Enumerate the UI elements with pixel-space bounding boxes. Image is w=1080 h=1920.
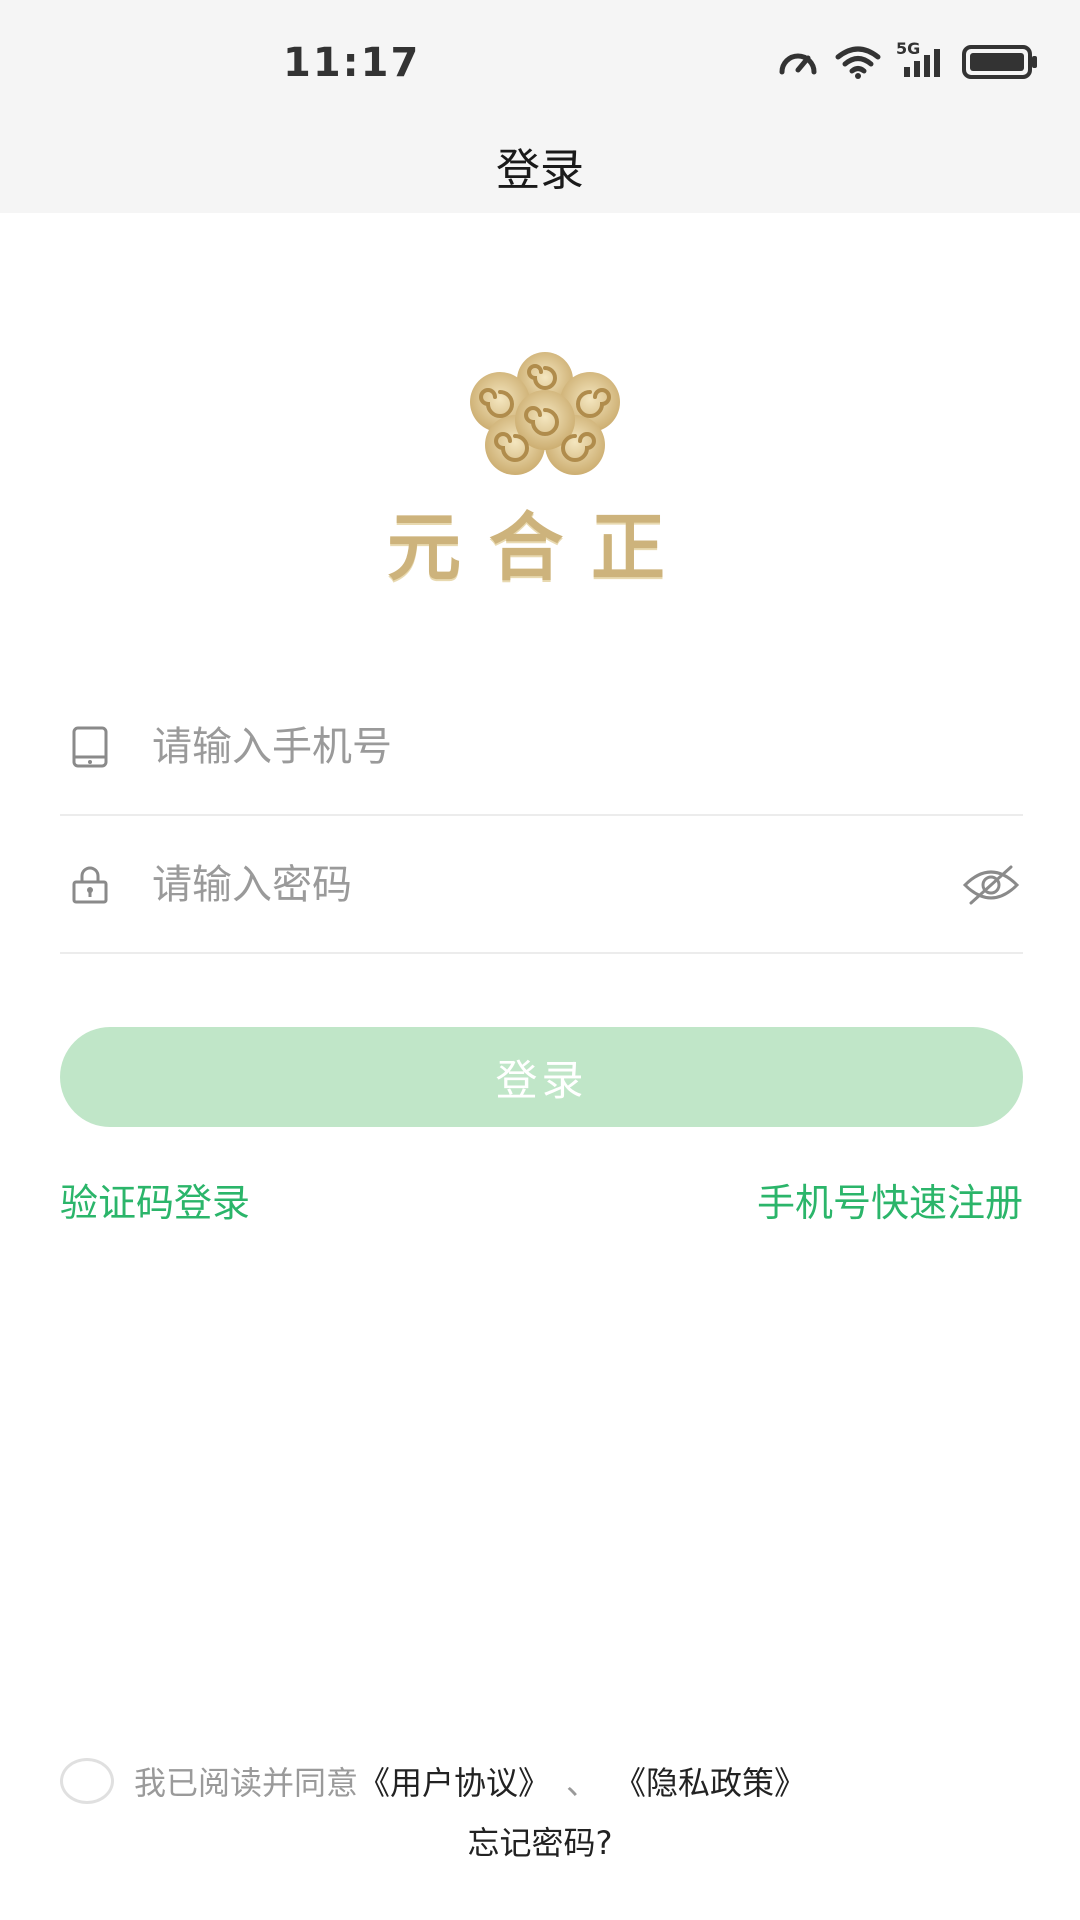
agreement-row: 我已阅读并同意 《用户协议》 、 《隐私政策》 (60, 1758, 806, 1804)
password-input[interactable] (152, 818, 912, 952)
phone-icon (68, 725, 112, 769)
privacy-policy-link[interactable]: 《隐私政策》 (614, 1758, 806, 1804)
quick-register-link[interactable]: 手机号快速注册 (757, 1172, 1023, 1227)
wifi-icon (834, 45, 882, 79)
phone-input[interactable] (152, 680, 912, 814)
phone-field-row (60, 680, 1023, 816)
signal-5g-icon: 5G (896, 39, 948, 79)
password-field-row (60, 818, 1023, 954)
network-type-label: 5G (896, 39, 921, 58)
user-agreement-link[interactable]: 《用户协议》 (358, 1758, 550, 1804)
code-login-link[interactable]: 验证码登录 (60, 1172, 250, 1227)
nav-bar: 登录 (0, 120, 1080, 213)
agreement-prefix: 我已阅读并同意 (134, 1764, 359, 1802)
lock-icon (68, 863, 112, 907)
status-bar: 11:17 5G (0, 0, 1080, 120)
page-title: 登录 (496, 145, 584, 196)
status-time: 11:17 (283, 40, 421, 86)
status-icons: 5G (776, 39, 1040, 80)
speed-meter-icon (776, 46, 820, 78)
brand-logo: 元合正 (370, 350, 710, 591)
login-button[interactable]: 登录 (60, 1027, 1023, 1127)
cloud-logo-icon (470, 352, 620, 475)
agree-checkbox[interactable] (60, 1758, 114, 1804)
brand-logo-text: 元合正 (387, 505, 693, 591)
battery-icon (962, 45, 1040, 79)
forgot-password-link[interactable]: 忘记密码? (0, 1818, 1080, 1864)
eye-off-icon[interactable] (959, 861, 1023, 909)
agreement-separator: 、 (566, 1764, 599, 1802)
